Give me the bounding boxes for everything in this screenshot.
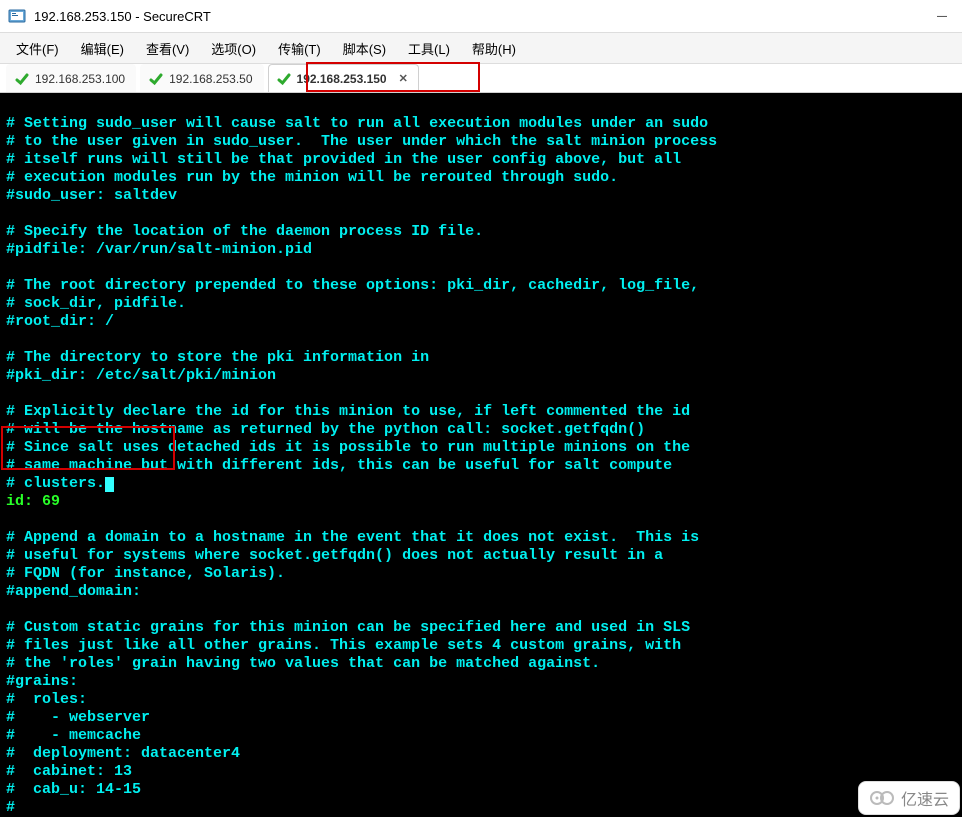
menu-file[interactable]: 文件(F) bbox=[12, 37, 63, 60]
terminal-line: # cab_u: 14-15 bbox=[6, 781, 141, 798]
terminal-line: # will be the hostname as returned by th… bbox=[6, 421, 645, 438]
connected-icon bbox=[277, 72, 291, 86]
terminal-line: # cabinet: 13 bbox=[6, 763, 132, 780]
window-title: 192.168.253.150 - SecureCRT bbox=[34, 9, 922, 24]
terminal-line: #append_domain: bbox=[6, 583, 141, 600]
menu-script[interactable]: 脚本(S) bbox=[339, 37, 390, 60]
tab-label: 192.168.253.100 bbox=[35, 72, 125, 86]
terminal-line: #pidfile: /var/run/salt-minion.pid bbox=[6, 241, 312, 258]
terminal-line: # roles: bbox=[6, 691, 87, 708]
terminal-line: # Append a domain to a hostname in the e… bbox=[6, 529, 699, 546]
tabbar: 192.168.253.100 192.168.253.50 192.168.2… bbox=[0, 64, 962, 93]
watermark: 亿速云 bbox=[858, 781, 960, 815]
terminal-line-id: id: 69 bbox=[6, 493, 60, 510]
watermark-logo-icon bbox=[869, 789, 895, 807]
terminal-line: # clusters. bbox=[6, 475, 114, 492]
terminal-line: # Custom static grains for this minion c… bbox=[6, 619, 690, 636]
app-icon bbox=[8, 7, 26, 25]
terminal-line: # execution modules run by the minion wi… bbox=[6, 169, 618, 186]
menu-transfer[interactable]: 传输(T) bbox=[274, 37, 325, 60]
terminal-line: # sock_dir, pidfile. bbox=[6, 295, 186, 312]
terminal-line: #grains: bbox=[6, 673, 78, 690]
menu-tools[interactable]: 工具(L) bbox=[404, 37, 454, 60]
terminal-line: # - memcache bbox=[6, 727, 141, 744]
terminal-line: # useful for systems where socket.getfqd… bbox=[6, 547, 663, 564]
terminal-line: #sudo_user: saltdev bbox=[6, 187, 177, 204]
terminal-line: # The root directory prepended to these … bbox=[6, 277, 699, 294]
terminal-line: # Explicitly declare the id for this min… bbox=[6, 403, 690, 420]
terminal-line: # itself runs will still be that provide… bbox=[6, 151, 681, 168]
terminal-line: #root_dir: / bbox=[6, 313, 114, 330]
terminal-line: # Setting sudo_user will cause salt to r… bbox=[6, 115, 708, 132]
minimize-button[interactable]: — bbox=[922, 0, 962, 32]
menu-view[interactable]: 查看(V) bbox=[142, 37, 193, 60]
terminal-line: # The directory to store the pki informa… bbox=[6, 349, 429, 366]
terminal-line: # the 'roles' grain having two values th… bbox=[6, 655, 600, 672]
terminal-line: # - webserver bbox=[6, 709, 150, 726]
terminal[interactable]: # Setting sudo_user will cause salt to r… bbox=[0, 93, 962, 817]
menu-edit[interactable]: 编辑(E) bbox=[77, 37, 128, 60]
menu-help[interactable]: 帮助(H) bbox=[468, 37, 520, 60]
terminal-line: # Since salt uses detached ids it is pos… bbox=[6, 439, 690, 456]
tab-session-2[interactable]: 192.168.253.50 bbox=[140, 64, 263, 92]
terminal-line: # bbox=[6, 799, 15, 816]
tab-label: 192.168.253.50 bbox=[169, 72, 252, 86]
terminal-line: # to the user given in sudo_user. The us… bbox=[6, 133, 717, 150]
terminal-line: # files just like all other grains. This… bbox=[6, 637, 681, 654]
cursor bbox=[105, 477, 114, 492]
terminal-line: #pki_dir: /etc/salt/pki/minion bbox=[6, 367, 276, 384]
tab-session-3[interactable]: 192.168.253.150 ✕ bbox=[268, 64, 419, 92]
close-icon[interactable]: ✕ bbox=[399, 72, 408, 85]
connected-icon bbox=[149, 72, 163, 86]
terminal-line: # FQDN (for instance, Solaris). bbox=[6, 565, 285, 582]
menu-options[interactable]: 选项(O) bbox=[207, 37, 260, 60]
terminal-line: # same machine but with different ids, t… bbox=[6, 457, 672, 474]
tab-session-1[interactable]: 192.168.253.100 bbox=[6, 64, 136, 92]
tab-label: 192.168.253.150 bbox=[297, 72, 387, 86]
titlebar: 192.168.253.150 - SecureCRT — bbox=[0, 0, 962, 33]
connected-icon bbox=[15, 72, 29, 86]
watermark-text: 亿速云 bbox=[901, 786, 949, 810]
menubar: 文件(F) 编辑(E) 查看(V) 选项(O) 传输(T) 脚本(S) 工具(L… bbox=[0, 33, 962, 64]
terminal-line: # Specify the location of the daemon pro… bbox=[6, 223, 483, 240]
terminal-line: # deployment: datacenter4 bbox=[6, 745, 240, 762]
